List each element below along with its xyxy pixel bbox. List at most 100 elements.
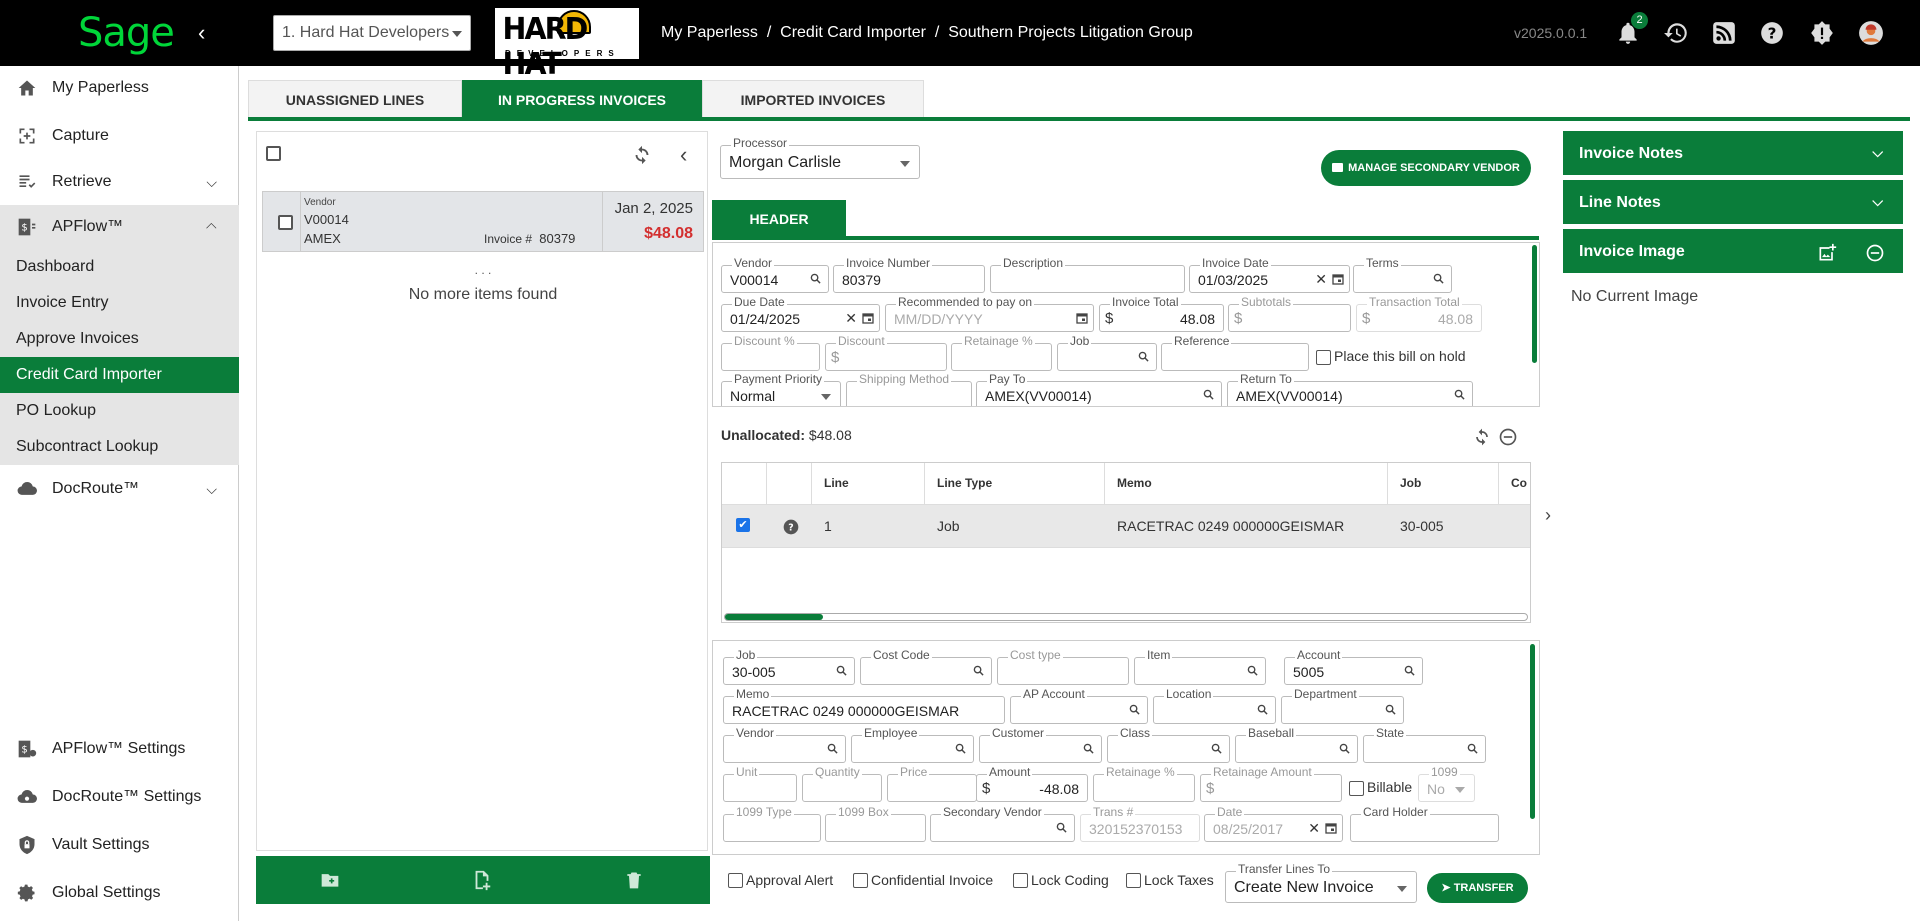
calendar-icon[interactable] (1076, 312, 1088, 324)
card-holder-field[interactable]: Card Holder (1350, 805, 1499, 842)
line-notes-accordion[interactable]: Line Notes ⌵ (1563, 180, 1903, 226)
reference-field[interactable]: Reference (1161, 334, 1309, 371)
sync-icon[interactable] (1472, 427, 1492, 447)
sidebar-sub-approve-invoices[interactable]: Approve Invoices (0, 321, 239, 357)
tab-unassigned-lines[interactable]: UNASSIGNED LINES (248, 80, 462, 118)
rss-icon[interactable] (1711, 20, 1737, 46)
clear-icon[interactable]: ✕ (845, 310, 857, 327)
header-scrollbar[interactable] (1532, 245, 1537, 363)
column-line-type[interactable]: Line Type (925, 463, 1105, 505)
column-cost-code[interactable]: Co (1499, 463, 1530, 505)
tab-in-progress-invoices[interactable]: IN PROGRESS INVOICES (462, 80, 702, 118)
subtotals-field[interactable]: Subtotals $ (1228, 295, 1351, 332)
refresh-icon[interactable] (631, 144, 653, 166)
help-icon[interactable]: ? (1759, 20, 1785, 46)
clear-icon[interactable]: ✕ (1308, 820, 1320, 837)
add-image-icon[interactable] (1817, 243, 1837, 263)
unit-field[interactable]: Unit (723, 765, 797, 802)
confidential-invoice-checkbox[interactable] (853, 873, 868, 888)
account-field[interactable]: Account 5005 (1284, 648, 1423, 685)
add-document-icon[interactable] (471, 869, 493, 891)
baseball-field[interactable]: Baseball (1235, 726, 1358, 763)
price-field[interactable]: Price (887, 765, 977, 802)
recommended-pay-field[interactable]: Recommended to pay on MM/DD/YYYY (885, 295, 1094, 332)
return-to-field[interactable]: Return To AMEX(VV00014) (1227, 372, 1473, 406)
invoice-number-field[interactable]: Invoice Number 80379 (833, 256, 985, 293)
state-field[interactable]: State (1363, 726, 1486, 763)
sidebar-item-apflow-settings[interactable]: $ APFlow™ Settings (0, 727, 239, 771)
item-field[interactable]: Item (1134, 648, 1266, 685)
sidebar-item-retrieve[interactable]: Retrieve ⌵ (0, 160, 239, 204)
invoice-notes-accordion[interactable]: Invoice Notes ⌵ (1563, 131, 1903, 177)
secondary-vendor-field[interactable]: Secondary Vendor (930, 805, 1075, 842)
company-select[interactable]: 1. Hard Hat Developers (273, 15, 471, 51)
sidebar-item-apflow[interactable]: $ APFlow™ ⌵ (0, 205, 239, 249)
history-icon[interactable] (1663, 20, 1689, 46)
cost-type-field[interactable]: Cost type (997, 648, 1129, 685)
calendar-icon[interactable] (1325, 822, 1337, 834)
remove-circle-icon[interactable] (1498, 427, 1518, 447)
transfer-lines-select[interactable]: Transfer Lines To Create New Invoice (1225, 862, 1417, 903)
select-all-checkbox[interactable] (266, 146, 281, 161)
alert-icon[interactable] (1809, 20, 1835, 46)
clear-icon[interactable]: ✕ (1315, 271, 1327, 288)
user-avatar-icon[interactable] (1858, 20, 1884, 46)
calendar-icon[interactable] (1332, 273, 1344, 285)
employee-field[interactable]: Employee (851, 726, 974, 763)
class-field[interactable]: Class (1107, 726, 1230, 763)
sidebar-sub-subcontract-lookup[interactable]: Subcontract Lookup (0, 429, 239, 465)
new-folder-icon[interactable] (319, 870, 341, 890)
sidebar-item-vault-settings[interactable]: Vault Settings (0, 823, 239, 867)
retainage-percent-line-field[interactable]: Retainage % (1093, 765, 1195, 802)
invoice-card[interactable]: Vendor V00014 AMEX Invoice # 80379 Jan 2… (262, 191, 704, 252)
t1099-box-field[interactable]: 1099 Box (825, 805, 926, 842)
location-field[interactable]: Location (1153, 687, 1276, 724)
invoice-total-field[interactable]: Invoice Total $48.08 (1099, 295, 1224, 332)
row-checkbox[interactable]: ✔ (736, 518, 750, 532)
help-circle-icon[interactable]: ? (783, 519, 799, 535)
terms-field[interactable]: Terms (1353, 256, 1452, 293)
tab-header[interactable]: HEADER (712, 200, 846, 238)
remove-circle-icon[interactable] (1865, 243, 1885, 263)
delete-icon[interactable] (624, 869, 644, 891)
sidebar-item-docroute-settings[interactable]: DocRoute™ Settings (0, 775, 239, 819)
expand-panel-icon[interactable]: › (1545, 505, 1551, 526)
pay-to-field[interactable]: Pay To AMEX(VV00014) (976, 372, 1222, 406)
billable-checkbox[interactable] (1349, 781, 1364, 796)
sidebar-item-docroute[interactable]: DocRoute™ ⌵ (0, 467, 239, 511)
payment-priority-select[interactable]: Payment Priority Normal (721, 372, 841, 406)
t1099-select[interactable]: 1099 No (1418, 765, 1475, 802)
sidebar-item-capture[interactable]: Capture (0, 114, 239, 158)
table-row[interactable]: ✔ ? 1 Job RACETRAC 0249 000000GEISMAR 30… (722, 505, 1530, 548)
quantity-field[interactable]: Quantity (802, 765, 882, 802)
sidebar-sub-credit-card-importer[interactable]: Credit Card Importer (0, 357, 239, 393)
collapse-list-icon[interactable]: ‹ (680, 142, 687, 168)
shipping-method-field[interactable]: Shipping Method (846, 372, 972, 406)
vendor-lookup-field[interactable]: Vendor (723, 726, 846, 763)
invoice-card-checkbox[interactable] (278, 215, 293, 230)
lock-coding-checkbox[interactable] (1013, 873, 1028, 888)
vendor-field[interactable]: Vendor V00014 (721, 256, 829, 293)
invoice-date-field[interactable]: Invoice Date 01/03/2025 ✕ (1189, 256, 1350, 293)
tab-imported-invoices[interactable]: IMPORTED INVOICES (702, 80, 924, 118)
sidebar-sub-invoice-entry[interactable]: Invoice Entry (0, 285, 239, 321)
discount-percent-field[interactable]: Discount % (721, 334, 820, 371)
date-field[interactable]: Date 08/25/2017 ✕ (1204, 805, 1343, 842)
manage-secondary-vendor-button[interactable]: MANAGE SECONDARY VENDOR (1321, 150, 1531, 186)
customer-field[interactable]: Customer (979, 726, 1102, 763)
description-field[interactable]: Description (990, 256, 1185, 293)
memo-field[interactable]: Memo RACETRAC 0249 000000GEISMAR (723, 687, 1005, 724)
job-field[interactable]: Job (1057, 334, 1157, 371)
sidebar-item-my-paperless[interactable]: My Paperless (0, 66, 239, 110)
column-job[interactable]: Job (1388, 463, 1499, 505)
column-memo[interactable]: Memo (1105, 463, 1388, 505)
collapse-sidebar-icon[interactable]: ‹ (198, 20, 205, 46)
retainage-amount-field[interactable]: Retainage Amount $ (1200, 765, 1342, 802)
t1099-type-field[interactable]: 1099 Type (723, 805, 821, 842)
job-lookup-field[interactable]: Job 30-005 (723, 648, 855, 685)
scrollbar-thumb[interactable] (725, 614, 823, 620)
ap-account-field[interactable]: AP Account (1010, 687, 1148, 724)
sidebar-item-global-settings[interactable]: Global Settings (0, 871, 239, 915)
retainage-percent-field[interactable]: Retainage % (951, 334, 1052, 371)
amount-field[interactable]: Amount $ -48.08 (976, 765, 1088, 802)
